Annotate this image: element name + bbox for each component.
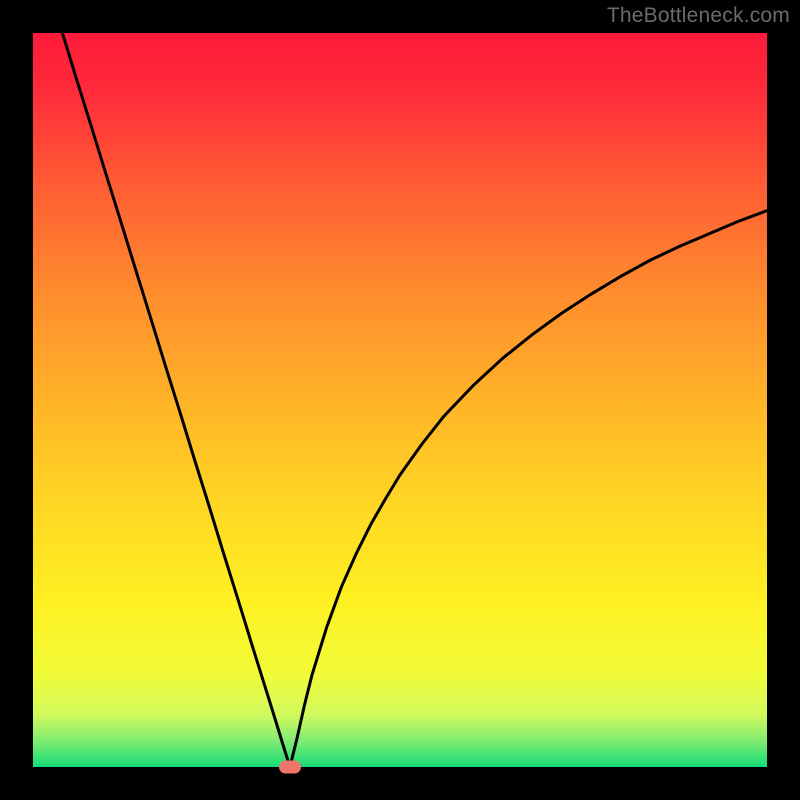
optimal-marker <box>279 761 301 774</box>
gradient-background <box>33 33 767 767</box>
attribution-label: TheBottleneck.com <box>607 4 790 28</box>
chart-root: TheBottleneck.com <box>0 0 800 800</box>
